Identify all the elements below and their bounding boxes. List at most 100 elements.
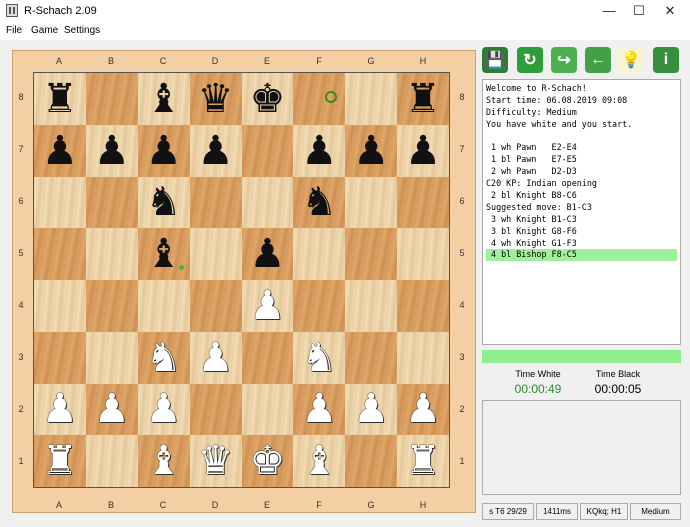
white-king-piece[interactable]: ♚: [250, 441, 286, 481]
square-d8[interactable]: ♛: [189, 73, 242, 125]
square-a1[interactable]: ♜: [34, 435, 86, 487]
square-g5[interactable]: [345, 228, 398, 280]
square-h1[interactable]: ♜: [397, 435, 449, 487]
square-c7[interactable]: ♟: [137, 124, 190, 177]
black-pawn-piece[interactable]: ♟: [405, 131, 441, 171]
square-a5[interactable]: [34, 228, 86, 280]
square-e4[interactable]: ♟: [241, 280, 294, 332]
menu-game[interactable]: Game: [31, 25, 58, 36]
square-h2[interactable]: ♟: [397, 383, 449, 436]
info-button[interactable]: i: [653, 47, 679, 73]
redo-button[interactable]: ↪: [551, 47, 577, 73]
log-line[interactable]: 1 bl Pawn E7-E5: [486, 154, 677, 166]
maximize-button[interactable]: ☐: [624, 0, 654, 22]
square-c8[interactable]: ♝: [137, 73, 190, 125]
white-pawn-piece[interactable]: ♟: [198, 338, 234, 378]
log-line[interactable]: C20 KP: Indian opening: [486, 178, 677, 190]
black-bishop-piece[interactable]: ♝: [146, 79, 182, 119]
square-f7[interactable]: ♟: [293, 124, 346, 177]
square-c3[interactable]: ♞: [137, 331, 190, 384]
square-b1[interactable]: [85, 435, 138, 487]
white-pawn-piece[interactable]: ♟: [353, 389, 389, 429]
log-line[interactable]: Suggested move: B1-C3: [486, 202, 677, 214]
minimize-button[interactable]: —: [594, 0, 624, 22]
square-a6[interactable]: [34, 176, 86, 229]
square-g7[interactable]: ♟: [345, 124, 398, 177]
black-pawn-piece[interactable]: ♟: [94, 131, 130, 171]
square-f6[interactable]: ♞: [293, 176, 346, 229]
square-a2[interactable]: ♟: [34, 383, 86, 436]
black-pawn-piece[interactable]: ♟: [353, 131, 389, 171]
square-d4[interactable]: [189, 280, 242, 332]
close-button[interactable]: ✕: [655, 0, 685, 22]
square-b3[interactable]: [85, 331, 138, 384]
white-queen-piece[interactable]: ♛: [198, 441, 234, 481]
square-c5[interactable]: ♝: [137, 228, 190, 280]
black-pawn-piece[interactable]: ♟: [301, 131, 337, 171]
log-line[interactable]: 4 wh Knight G1-F3: [486, 238, 677, 250]
white-knight-piece[interactable]: ♞: [146, 338, 182, 378]
square-d5[interactable]: [189, 228, 242, 280]
black-knight-piece[interactable]: ♞: [301, 182, 337, 222]
log-line[interactable]: 1 wh Pawn E2-E4: [486, 142, 677, 154]
log-line[interactable]: 4 bl Bishop F8-C5: [486, 249, 677, 262]
log-line[interactable]: Start time: 06.08.2019 09:08: [486, 95, 677, 107]
white-pawn-piece[interactable]: ♟: [42, 389, 78, 429]
square-g8[interactable]: [345, 73, 398, 125]
square-h7[interactable]: ♟: [397, 124, 449, 177]
menu-file[interactable]: File: [6, 25, 22, 36]
log-line[interactable]: [486, 131, 677, 143]
white-rook-piece[interactable]: ♜: [405, 441, 441, 481]
square-a3[interactable]: [34, 331, 86, 384]
black-bishop-piece[interactable]: ♝: [146, 234, 182, 274]
square-b6[interactable]: [85, 176, 138, 229]
square-f3[interactable]: ♞: [293, 331, 346, 384]
square-b2[interactable]: ♟: [85, 383, 138, 436]
square-e7[interactable]: [241, 124, 294, 177]
square-b8[interactable]: [85, 73, 138, 125]
white-bishop-piece[interactable]: ♝: [146, 441, 182, 481]
square-f1[interactable]: ♝: [293, 435, 346, 487]
square-f2[interactable]: ♟: [293, 383, 346, 436]
log-line[interactable]: You have white and you start.: [486, 119, 677, 131]
square-g1[interactable]: [345, 435, 398, 487]
square-h5[interactable]: [397, 228, 449, 280]
square-b4[interactable]: [85, 280, 138, 332]
menu-settings[interactable]: Settings: [64, 25, 100, 36]
log-line[interactable]: 3 wh Knight B1-C3: [486, 214, 677, 226]
black-rook-piece[interactable]: ♜: [42, 79, 78, 119]
square-c1[interactable]: ♝: [137, 435, 190, 487]
hint-bulb-button[interactable]: 💡: [618, 47, 644, 73]
white-rook-piece[interactable]: ♜: [42, 441, 78, 481]
square-h3[interactable]: [397, 331, 449, 384]
back-button[interactable]: ←: [585, 47, 611, 73]
white-pawn-piece[interactable]: ♟: [301, 389, 337, 429]
square-c2[interactable]: ♟: [137, 383, 190, 436]
black-pawn-piece[interactable]: ♟: [42, 131, 78, 171]
log-line[interactable]: 3 bl Knight G8-F6: [486, 226, 677, 238]
black-queen-piece[interactable]: ♛: [198, 79, 234, 119]
new-game-button[interactable]: ↻: [517, 47, 543, 73]
square-f8[interactable]: [293, 73, 346, 125]
log-line[interactable]: 2 wh Pawn D2-D3: [486, 166, 677, 178]
black-pawn-piece[interactable]: ♟: [250, 234, 286, 274]
log-line[interactable]: 2 bl Knight B8-C6: [486, 190, 677, 202]
white-pawn-piece[interactable]: ♟: [250, 286, 286, 326]
black-knight-piece[interactable]: ♞: [146, 182, 182, 222]
square-e8[interactable]: ♚: [241, 73, 294, 125]
square-d7[interactable]: ♟: [189, 124, 242, 177]
chess-board[interactable]: ♜ ♝ ♛ ♚ ♜ ♟ ♟ ♟ ♟ ♟ ♟ ♟ ♞ ♞ ♝ ♟ ♟ ♞ ♟ ♞ ♟ ♟ ♟ ♟ ♟ ♟ ♜ ♝ ♛ ♚ ♝ ♜: [33, 72, 450, 488]
white-knight-piece[interactable]: ♞: [301, 338, 337, 378]
square-f5[interactable]: [293, 228, 346, 280]
log-line[interactable]: Welcome to R-Schach!: [486, 83, 677, 95]
black-pawn-piece[interactable]: ♟: [198, 131, 234, 171]
square-e1[interactable]: ♚: [241, 435, 294, 487]
square-g6[interactable]: [345, 176, 398, 229]
black-rook-piece[interactable]: ♜: [405, 79, 441, 119]
square-d6[interactable]: [189, 176, 242, 229]
square-a4[interactable]: [34, 280, 86, 332]
square-h8[interactable]: ♜: [397, 73, 449, 125]
square-c4[interactable]: [137, 280, 190, 332]
square-b7[interactable]: ♟: [85, 124, 138, 177]
square-d3[interactable]: ♟: [189, 331, 242, 384]
